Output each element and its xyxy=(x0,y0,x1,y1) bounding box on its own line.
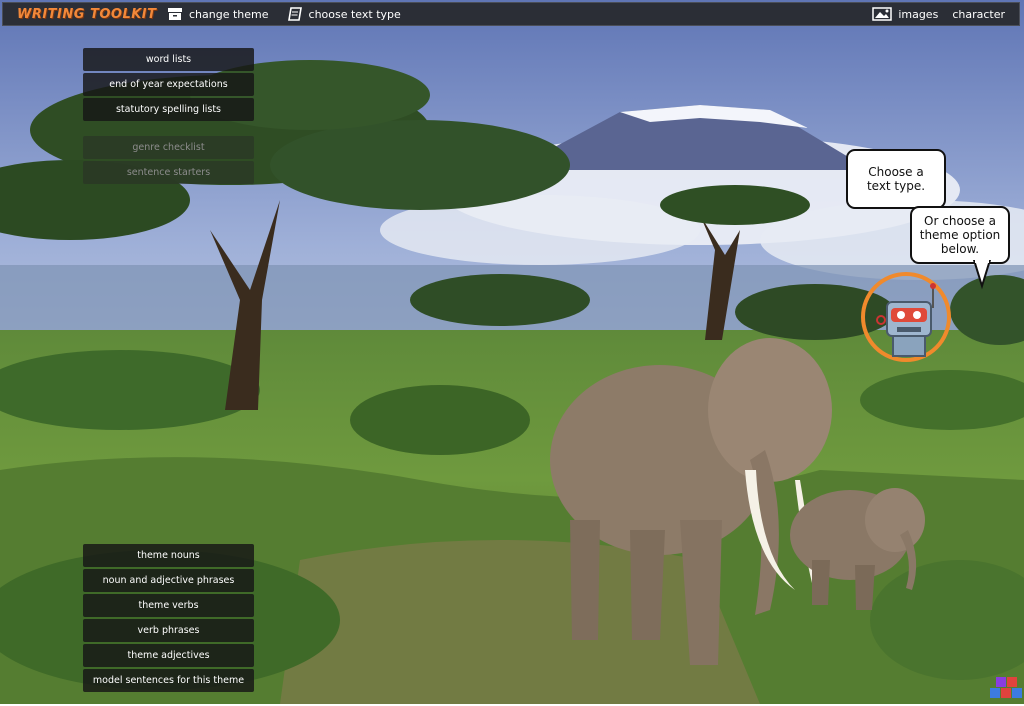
menu-item-theme-nouns[interactable]: theme nouns xyxy=(83,544,254,567)
app-logo: WRITING TOOLKIT xyxy=(17,6,157,22)
menu-item-noun-and-adjective-phrases[interactable]: noun and adjective phrases xyxy=(83,569,254,592)
images-label: images xyxy=(898,7,939,21)
menu-item-end-of-year-expectations[interactable]: end of year expectations xyxy=(83,73,254,96)
blocks-logo xyxy=(988,670,1022,702)
menu-item-genre-checklist: genre checklist xyxy=(83,136,254,159)
image-icon xyxy=(872,7,893,21)
character-button[interactable]: character xyxy=(952,8,1005,21)
box-icon xyxy=(167,7,183,21)
top-toolbar: WRITING TOOLKIT change theme choose text… xyxy=(2,2,1020,26)
document-icon xyxy=(287,7,303,21)
change-theme-button[interactable]: change theme xyxy=(167,7,269,21)
robot-character[interactable] xyxy=(859,270,953,364)
menu-item-sentence-starters: sentence starters xyxy=(83,161,254,184)
images-button[interactable]: images xyxy=(872,7,938,21)
menu-item-theme-adjectives[interactable]: theme adjectives xyxy=(83,644,254,667)
menu-item-verb-phrases[interactable]: verb phrases xyxy=(83,619,254,642)
text-type-menu: genre checklist sentence starters xyxy=(83,136,254,186)
menu-item-model-sentences[interactable]: model sentences for this theme xyxy=(83,669,254,692)
menu-item-theme-verbs[interactable]: theme verbs xyxy=(83,594,254,617)
resources-menu: word lists end of year expectations stat… xyxy=(83,48,254,123)
speech-bubble-text-1: Choose a text type. xyxy=(866,165,926,193)
character-label: character xyxy=(952,7,1005,21)
menu-item-statutory-spelling-lists[interactable]: statutory spelling lists xyxy=(83,98,254,121)
choose-text-type-label: choose text type xyxy=(308,7,401,21)
choose-text-type-button[interactable]: choose text type xyxy=(287,7,401,21)
speech-bubble-text-2: Or choose a theme option below. xyxy=(919,214,1001,256)
speech-bubble-theme: Or choose a theme option below. xyxy=(910,206,1010,264)
speech-bubble-tail xyxy=(972,260,992,290)
change-theme-label: change theme xyxy=(189,7,269,21)
theme-menu: theme nouns noun and adjective phrases t… xyxy=(83,544,254,694)
menu-item-word-lists[interactable]: word lists xyxy=(83,48,254,71)
speech-bubble-text-type: Choose a text type. xyxy=(846,149,946,209)
